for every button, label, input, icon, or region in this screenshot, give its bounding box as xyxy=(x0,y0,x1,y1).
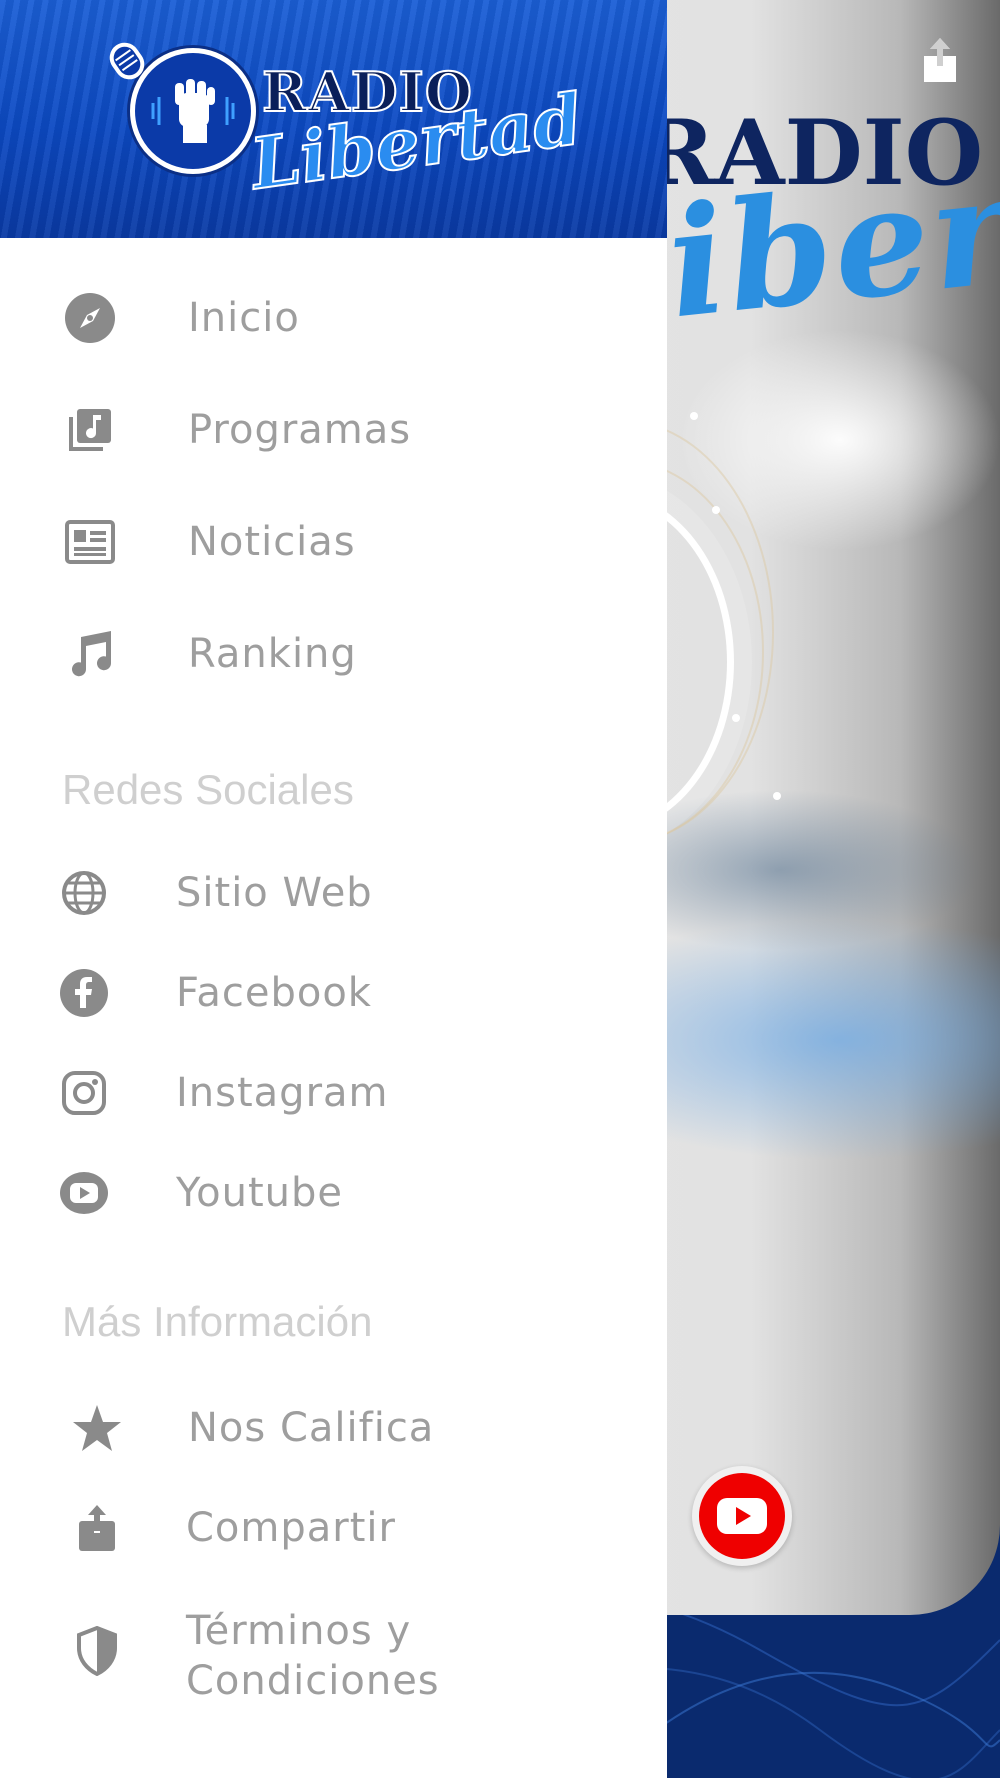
menu-item-terminos-condiciones[interactable]: Términos y Condiciones xyxy=(0,1606,667,1706)
menu-item-programas[interactable]: Programas xyxy=(0,400,667,460)
menu-item-instagram[interactable]: Instagram xyxy=(0,1064,667,1122)
menu-item-facebook[interactable]: Facebook xyxy=(0,964,667,1022)
youtube-icon xyxy=(699,1473,785,1559)
menu-label-terminos-line1: Términos y xyxy=(186,1608,412,1654)
decor-dot xyxy=(732,714,740,722)
microphone-icon xyxy=(109,42,145,80)
menu-label-ranking: Ranking xyxy=(188,631,357,677)
menu-item-nos-califica[interactable]: Nos Califica xyxy=(0,1398,667,1458)
facebook-icon xyxy=(57,966,111,1020)
navigation-drawer: RADIO Libertad Inicio Programas Noticias… xyxy=(0,0,667,1778)
music-note-icon xyxy=(63,627,117,681)
menu-item-youtube[interactable]: Youtube xyxy=(0,1164,667,1222)
decor-dot xyxy=(712,506,720,514)
menu-item-inicio[interactable]: Inicio xyxy=(0,288,667,348)
menu-label-facebook: Facebook xyxy=(176,970,372,1016)
music-library-icon xyxy=(63,403,117,457)
instagram-icon xyxy=(57,1066,111,1120)
section-title-mas-informacion: Más Información xyxy=(62,1298,373,1345)
menu-label-instagram: Instagram xyxy=(176,1070,389,1116)
menu-item-ranking[interactable]: Ranking xyxy=(0,624,667,684)
menu-label-sitio-web: Sitio Web xyxy=(176,870,373,916)
menu-label-nos-califica: Nos Califica xyxy=(188,1405,435,1451)
menu-item-sitio-web[interactable]: Sitio Web xyxy=(0,864,667,922)
menu-label-compartir: Compartir xyxy=(186,1505,396,1551)
menu-item-compartir[interactable]: Compartir xyxy=(0,1498,667,1558)
decor-dot xyxy=(690,412,698,420)
compass-icon xyxy=(63,291,117,345)
menu-label-inicio: Inicio xyxy=(188,295,300,341)
share-icon[interactable] xyxy=(920,36,960,84)
decor-dot xyxy=(773,792,781,800)
menu-label-programas: Programas xyxy=(188,407,412,453)
menu-label-terminos-line2: Condiciones xyxy=(186,1658,440,1704)
menu-item-noticias[interactable]: Noticias xyxy=(0,512,667,572)
shield-icon xyxy=(70,1624,124,1678)
star-icon xyxy=(70,1401,124,1455)
youtube-button[interactable] xyxy=(692,1466,792,1566)
section-title-redes-sociales: Redes Sociales xyxy=(62,766,354,813)
news-icon xyxy=(63,515,117,569)
menu-label-youtube: Youtube xyxy=(176,1170,343,1216)
drawer-header: RADIO Libertad xyxy=(0,0,667,238)
menu-label-noticias: Noticias xyxy=(188,519,356,565)
youtube-icon xyxy=(57,1166,111,1220)
globe-icon xyxy=(57,866,111,920)
share-icon xyxy=(70,1501,124,1555)
